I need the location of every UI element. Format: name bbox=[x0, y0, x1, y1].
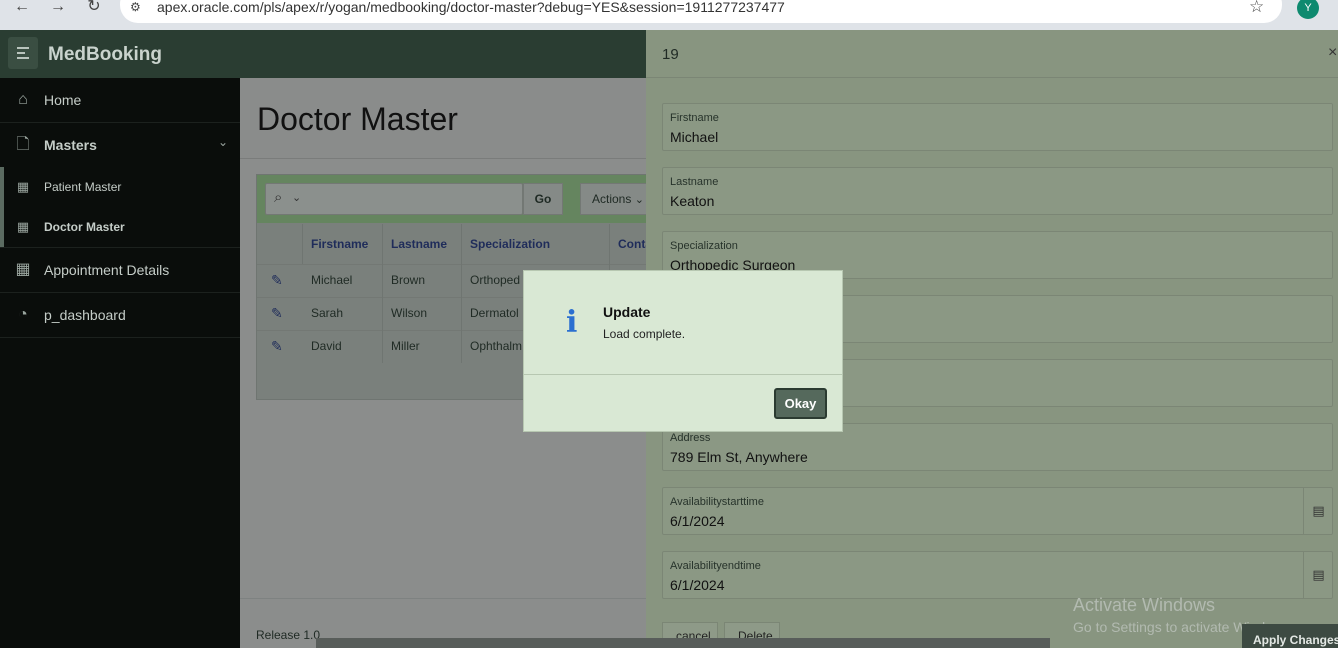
lastname-field[interactable] bbox=[662, 167, 1333, 215]
release-label: Release 1.0 bbox=[256, 628, 321, 642]
apply-changes-button[interactable]: Apply Changes bbox=[1242, 624, 1338, 648]
sidebar-item-label: Masters bbox=[44, 137, 97, 153]
page-title: Doctor Master bbox=[257, 101, 458, 137]
menu-toggle-button[interactable] bbox=[8, 37, 38, 69]
table-cell: Michael bbox=[303, 264, 383, 297]
field-label: Specialization bbox=[670, 240, 738, 252]
nav-divider bbox=[0, 337, 240, 338]
sidebar-item-dashboard[interactable]: ◔ p_dashboard bbox=[0, 293, 240, 337]
menu-line-icon bbox=[17, 52, 25, 54]
column-header-contact[interactable]: Conta bbox=[610, 224, 652, 264]
table-icon: ▦ bbox=[16, 179, 30, 194]
chevron-down-icon: ⌄ bbox=[634, 194, 644, 206]
search-icon[interactable]: ⌕ bbox=[274, 189, 282, 206]
field-label: Firstname bbox=[670, 112, 719, 124]
site-settings-icon[interactable]: ⚙ bbox=[130, 0, 141, 14]
sidebar-item-home[interactable]: ⌂ Home bbox=[0, 78, 240, 122]
go-button[interactable]: Go bbox=[523, 183, 563, 215]
reload-icon[interactable]: ↻ bbox=[82, 0, 106, 18]
chevron-down-icon[interactable]: ⌄ bbox=[218, 135, 228, 149]
edit-icon[interactable]: ✎ bbox=[271, 338, 287, 354]
dialog-title: Update bbox=[603, 304, 651, 320]
edit-icon[interactable]: ✎ bbox=[271, 305, 287, 321]
footer-divider bbox=[240, 598, 646, 599]
availability-end-field[interactable] bbox=[662, 551, 1333, 599]
table-cell: Brown bbox=[383, 264, 462, 297]
sidebar-item-doctor-master[interactable]: ▦ Doctor Master bbox=[0, 207, 240, 247]
sidebar-item-patient-master[interactable]: ▦ Patient Master bbox=[0, 167, 240, 207]
back-icon[interactable]: ← bbox=[10, 0, 34, 18]
calendar-icon[interactable]: ▤ bbox=[1303, 551, 1333, 599]
sidebar-item-masters[interactable]: 🗋 Masters ⌄ bbox=[0, 123, 240, 167]
availability-start-field[interactable] bbox=[662, 487, 1333, 535]
field-value[interactable]: 6/1/2024 bbox=[670, 577, 725, 593]
field-label: Address bbox=[670, 432, 711, 444]
bookmark-star-icon[interactable]: ☆ bbox=[1249, 0, 1264, 17]
dialog-message: Load complete. bbox=[603, 327, 686, 341]
actions-button[interactable]: Actions ⌄ bbox=[580, 183, 650, 215]
sidebar-item-label: Home bbox=[44, 92, 82, 108]
okay-button[interactable]: Okay bbox=[774, 388, 827, 419]
firstname-field[interactable] bbox=[662, 103, 1333, 151]
app-title[interactable]: MedBooking bbox=[48, 44, 162, 66]
table-icon: ▦ bbox=[15, 261, 31, 278]
drawer-header bbox=[646, 30, 1338, 78]
search-input[interactable]: ⌕ ⌄ bbox=[265, 183, 523, 215]
dialog-divider bbox=[523, 374, 843, 375]
chevron-down-icon[interactable]: ⌄ bbox=[292, 191, 301, 204]
field-label: Lastname bbox=[670, 176, 719, 188]
field-value[interactable]: 6/1/2024 bbox=[670, 513, 725, 529]
column-header-specialization[interactable]: Specialization bbox=[462, 224, 610, 264]
info-icon: i bbox=[566, 305, 578, 340]
edit-icon[interactable]: ✎ bbox=[271, 272, 287, 288]
table-cell: Wilson bbox=[383, 297, 462, 330]
sidebar-item-label: p_dashboard bbox=[44, 307, 126, 323]
field-value[interactable]: 789 Elm St, Anywhere bbox=[670, 449, 808, 465]
taskbar bbox=[316, 638, 1050, 648]
forward-icon[interactable]: → bbox=[46, 0, 70, 18]
document-icon: 🗋 bbox=[16, 136, 30, 153]
home-icon: ⌂ bbox=[18, 91, 28, 108]
table-cell: Miller bbox=[383, 330, 462, 363]
sidebar-item-appointment-details[interactable]: ▦ Appointment Details bbox=[0, 248, 240, 292]
field-value[interactable]: Michael bbox=[670, 129, 718, 145]
sidebar-item-label: Patient Master bbox=[44, 180, 122, 194]
gauge-icon: ◔ bbox=[18, 306, 28, 323]
field-value[interactable]: Keaton bbox=[670, 193, 714, 209]
calendar-icon[interactable]: ▤ bbox=[1303, 487, 1333, 535]
table-cell: David bbox=[303, 330, 383, 363]
table-cell: Sarah bbox=[303, 297, 383, 330]
drawer-title: 19 bbox=[662, 46, 679, 63]
column-header-lastname[interactable]: Lastname bbox=[383, 224, 462, 264]
sidebar-item-label: Doctor Master bbox=[44, 220, 125, 234]
menu-line-icon bbox=[17, 47, 29, 49]
url-text[interactable]: apex.oracle.com/pls/apex/r/yogan/medbook… bbox=[157, 0, 785, 15]
actions-label: Actions bbox=[592, 192, 632, 206]
column-header-firstname[interactable]: Firstname bbox=[303, 224, 383, 264]
table-icon: ▦ bbox=[16, 219, 30, 234]
activate-windows-title: Activate Windows bbox=[1073, 595, 1216, 615]
field-label: Availabilitystarttime bbox=[670, 496, 764, 508]
field-label: Availabilityendtime bbox=[670, 560, 761, 572]
column-header-edit bbox=[257, 224, 303, 264]
menu-line-icon bbox=[17, 57, 29, 59]
close-icon[interactable]: × bbox=[1328, 44, 1337, 62]
sidebar-item-label: Appointment Details bbox=[44, 262, 170, 278]
